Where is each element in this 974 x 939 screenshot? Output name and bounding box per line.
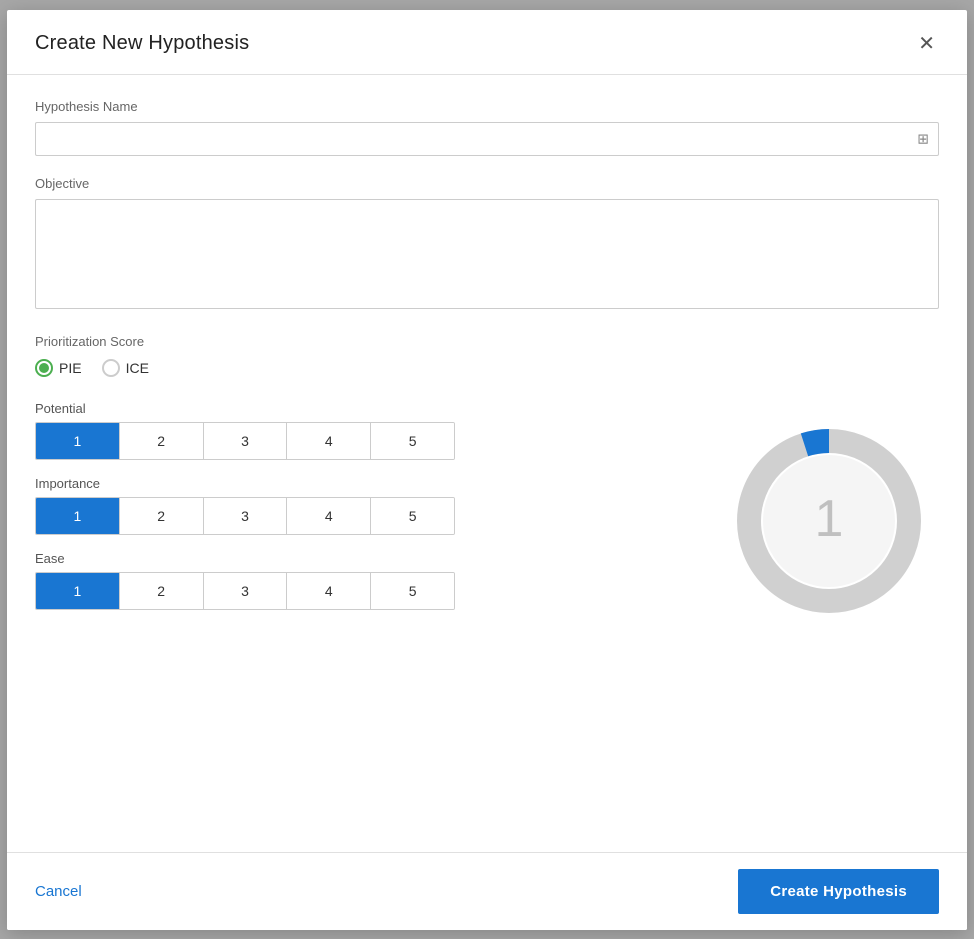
close-button[interactable]: ✕ (914, 30, 939, 58)
potential-btn-2[interactable]: 2 (120, 423, 204, 459)
modal-title: Create New Hypothesis (35, 32, 249, 55)
potential-btn-5[interactable]: 5 (371, 423, 454, 459)
importance-row: Importance 1 2 3 4 5 (35, 476, 679, 535)
potential-btn-3[interactable]: 3 (204, 423, 288, 459)
donut-svg: 1 (719, 411, 939, 631)
scoring-type-group: PIE ICE (35, 359, 939, 377)
ease-btn-4[interactable]: 4 (287, 573, 371, 609)
hypothesis-name-wrapper: ⊞ (35, 122, 939, 156)
score-layout: Potential 1 2 3 4 5 Importance (35, 401, 939, 631)
ice-label: ICE (126, 360, 149, 376)
objective-input[interactable] (35, 199, 939, 309)
pie-radio-item[interactable]: PIE (35, 359, 82, 377)
importance-btn-2[interactable]: 2 (120, 498, 204, 534)
ease-btn-5[interactable]: 5 (371, 573, 454, 609)
create-hypothesis-button[interactable]: Create Hypothesis (738, 869, 939, 914)
modal-backdrop: Create New Hypothesis ✕ Hypothesis Name … (0, 0, 974, 939)
modal-footer: Cancel Create Hypothesis (7, 852, 967, 930)
ease-buttons: 1 2 3 4 5 (35, 572, 455, 610)
hypothesis-name-input[interactable] (35, 122, 939, 156)
modal-header: Create New Hypothesis ✕ (7, 10, 967, 75)
ice-radio-item[interactable]: ICE (102, 359, 149, 377)
close-icon: ✕ (918, 34, 935, 54)
ease-btn-1[interactable]: 1 (36, 573, 120, 609)
score-controls: Potential 1 2 3 4 5 Importance (35, 401, 679, 626)
importance-btn-1[interactable]: 1 (36, 498, 120, 534)
potential-buttons: 1 2 3 4 5 (35, 422, 455, 460)
svg-text:1: 1 (815, 490, 844, 548)
hypothesis-name-label: Hypothesis Name (35, 99, 939, 114)
ease-btn-2[interactable]: 2 (120, 573, 204, 609)
potential-btn-1[interactable]: 1 (36, 423, 120, 459)
donut-chart: 1 (719, 411, 939, 631)
pie-radio[interactable] (35, 359, 53, 377)
importance-label: Importance (35, 476, 679, 491)
ease-label: Ease (35, 551, 679, 566)
ease-row: Ease 1 2 3 4 5 (35, 551, 679, 610)
potential-row: Potential 1 2 3 4 5 (35, 401, 679, 460)
importance-btn-4[interactable]: 4 (287, 498, 371, 534)
pie-label: PIE (59, 360, 82, 376)
objective-label: Objective (35, 176, 939, 191)
ease-btn-3[interactable]: 3 (204, 573, 288, 609)
potential-btn-4[interactable]: 4 (287, 423, 371, 459)
ice-radio[interactable] (102, 359, 120, 377)
importance-btn-3[interactable]: 3 (204, 498, 288, 534)
objective-wrapper (35, 199, 939, 314)
potential-label: Potential (35, 401, 679, 416)
importance-btn-5[interactable]: 5 (371, 498, 454, 534)
cancel-button[interactable]: Cancel (35, 873, 82, 910)
modal-body: Hypothesis Name ⊞ Objective Prioritizati… (7, 75, 967, 852)
prioritization-label: Prioritization Score (35, 334, 939, 349)
modal-dialog: Create New Hypothesis ✕ Hypothesis Name … (7, 10, 967, 930)
importance-buttons: 1 2 3 4 5 (35, 497, 455, 535)
